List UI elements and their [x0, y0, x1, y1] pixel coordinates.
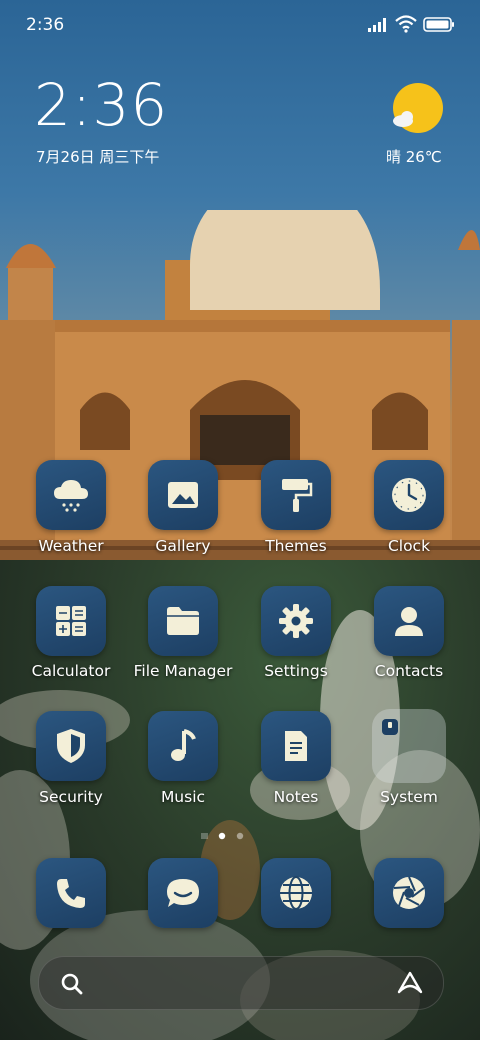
- weather-app-icon[interactable]: [36, 460, 106, 530]
- status-bar: 2:36: [0, 0, 480, 50]
- cloud-rain-icon: [54, 480, 88, 512]
- status-time: 2:36: [26, 15, 65, 35]
- security-app-icon[interactable]: [36, 711, 106, 781]
- sunny-cloud-icon[interactable]: [390, 82, 446, 138]
- music-note-icon: [171, 729, 196, 761]
- app-label-themes: Themes: [265, 537, 327, 555]
- notes-app-icon[interactable]: [261, 711, 331, 781]
- messaging-app-icon[interactable]: [148, 858, 218, 928]
- search-icon[interactable]: [61, 973, 83, 995]
- app-label-contacts: Contacts: [374, 662, 444, 680]
- app-label-system: System: [380, 788, 438, 806]
- phone-app-icon[interactable]: [36, 858, 106, 928]
- clock-app-icon[interactable]: [374, 460, 444, 530]
- home-search-bar[interactable]: [38, 956, 444, 1010]
- app-label-clock: Clock: [387, 537, 431, 555]
- app-label-music: Music: [160, 788, 206, 806]
- shield-icon: [57, 729, 85, 763]
- app-label-notes: Notes: [273, 788, 319, 806]
- system-folder[interactable]: [372, 709, 446, 783]
- note-icon: [285, 731, 307, 761]
- image-icon: [168, 482, 198, 508]
- page-indicator[interactable]: [200, 831, 260, 841]
- settings-app-icon[interactable]: [261, 586, 331, 656]
- signal-icon: [368, 18, 386, 32]
- app-label-gallery: Gallery: [155, 537, 211, 555]
- calculator-icon: [56, 606, 86, 636]
- app-label-settings: Settings: [264, 662, 328, 680]
- assistant-icon[interactable]: [397, 971, 423, 995]
- app-label-calculator: Calculator: [31, 662, 111, 680]
- browser-app-icon[interactable]: [261, 858, 331, 928]
- clock-icon: [392, 478, 426, 512]
- wifi-icon: [395, 15, 417, 33]
- app-label-file-manager: File Manager: [133, 662, 233, 680]
- folder-icon: [167, 607, 199, 635]
- themes-app-icon[interactable]: [261, 460, 331, 530]
- app-label-security: Security: [39, 788, 103, 806]
- file-manager-app-icon[interactable]: [148, 586, 218, 656]
- app-label-weather: Weather: [38, 537, 104, 555]
- contacts-app-icon[interactable]: [374, 586, 444, 656]
- calculator-app-icon[interactable]: [36, 586, 106, 656]
- camera-aperture-icon: [393, 876, 425, 909]
- clock-widget-date[interactable]: 7月26日 周三下午: [36, 146, 159, 167]
- battery-icon: [423, 17, 454, 32]
- music-app-icon[interactable]: [148, 711, 218, 781]
- message-icon: [167, 879, 199, 907]
- gallery-app-icon[interactable]: [148, 460, 218, 530]
- camera-app-icon[interactable]: [374, 858, 444, 928]
- person-icon: [395, 607, 423, 636]
- folder-group-icon: [382, 719, 398, 735]
- gear-icon: [279, 604, 313, 638]
- phone-icon: [57, 879, 85, 908]
- browser-globe-icon: [280, 876, 312, 910]
- paint-roller-icon: [282, 479, 313, 512]
- clock-widget-time[interactable]: 2:36: [34, 76, 168, 134]
- weather-widget-text[interactable]: 晴 26℃: [386, 146, 442, 167]
